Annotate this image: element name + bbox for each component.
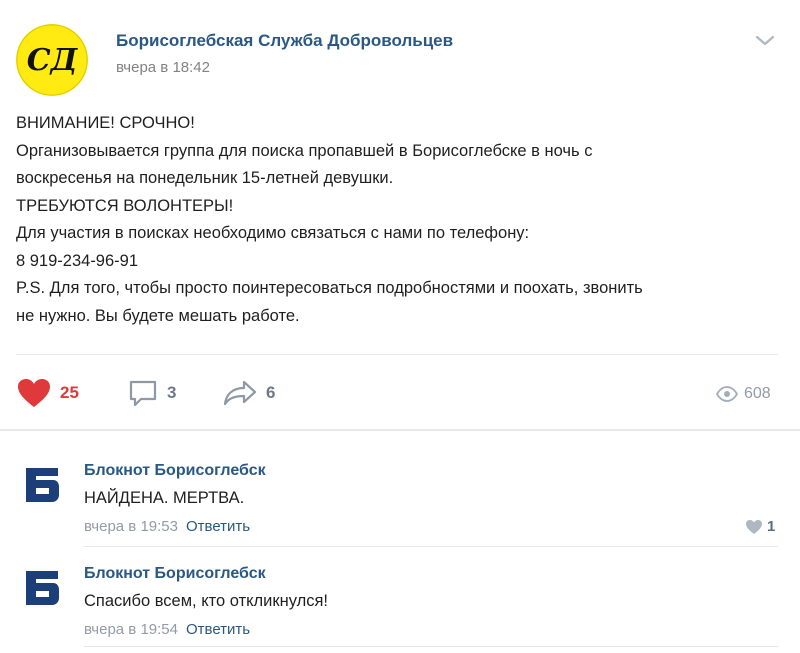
divider (16, 354, 778, 355)
comment-meta: вчера в 19:54 Ответить (84, 621, 250, 638)
divider (0, 429, 800, 431)
comment-text: Спасибо всем, кто откликнулся! (84, 592, 328, 610)
post-text-line: воскресенья на понедельник 15-летней дев… (16, 169, 394, 187)
comment-timestamp[interactable]: вчера в 19:53 (84, 518, 178, 535)
share-count: 6 (266, 383, 276, 402)
post-text-line: Для участия в поисках необходимо связать… (16, 224, 530, 242)
group-avatar[interactable]: СД (16, 24, 88, 96)
views-count: 608 (744, 385, 771, 402)
share-icon (223, 380, 257, 406)
comment-timestamp[interactable]: вчера в 19:54 (84, 621, 178, 638)
comment-icon (129, 380, 157, 407)
heart-icon (746, 519, 762, 534)
commenter-avatar[interactable] (20, 462, 64, 506)
comment-button[interactable]: 3 (127, 375, 176, 411)
post-text-line: 8 919-234-96-91 (16, 251, 139, 270)
comment-like-count: 1 (767, 518, 776, 535)
like-count: 25 (60, 383, 79, 402)
reply-button[interactable]: Ответить (186, 518, 250, 535)
bloknot-logo-icon (26, 571, 59, 605)
post-text-line: ТРЕБУЮТСЯ ВОЛОНТЕРЫ! (16, 196, 234, 215)
group-logo-icon: СД (16, 24, 88, 96)
bloknot-logo-icon (26, 468, 59, 502)
comment-author-link[interactable]: Блокнот Борисоглебск (84, 565, 266, 583)
post-text-line: Организовывается группа для поиска пропа… (16, 141, 593, 160)
comment-count: 3 (167, 383, 177, 402)
chevron-down-icon[interactable] (752, 30, 778, 50)
post-text-line: P.S. Для того, чтобы просто поинтересова… (16, 279, 643, 297)
reply-button[interactable]: Ответить (186, 621, 250, 638)
eye-icon (716, 386, 738, 402)
comment-item: Блокнот Борисоглебск НАЙДЕНА. МЕРТВА. вч… (0, 440, 800, 540)
post-text-line: ВНИМАНИЕ! СРОЧНО! (16, 114, 195, 132)
views-counter: 608 (716, 385, 771, 403)
comment-like-button[interactable]: 1 (745, 518, 775, 535)
post-header: СД Борисоглебская Служба Добровольцев вч… (0, 0, 800, 100)
post-body: ВНИМАНИЕ! СРОЧНО! Организовывается групп… (16, 110, 786, 330)
share-button[interactable]: 6 (222, 375, 275, 411)
divider (84, 646, 778, 647)
post-author-link[interactable]: Борисоглебская Служба Добровольцев (116, 31, 453, 51)
group-logo-text: СД (27, 43, 79, 78)
commenter-avatar[interactable] (20, 565, 64, 609)
heart-icon (18, 379, 50, 407)
comment-author-link[interactable]: Блокнот Борисоглебск (84, 462, 266, 480)
post-timestamp[interactable]: вчера в 18:42 (116, 59, 210, 76)
post-text-line: не нужно. Вы будете мешать работе. (16, 306, 300, 325)
like-button[interactable]: 25 (16, 375, 79, 411)
comment-text: НАЙДЕНА. МЕРТВА. (84, 489, 245, 507)
comment-item: Блокнот Борисоглебск Спасибо всем, кто о… (0, 543, 800, 643)
post-actions: 25 3 6 608 (0, 365, 800, 420)
comment-meta: вчера в 19:53 Ответить (84, 518, 250, 535)
